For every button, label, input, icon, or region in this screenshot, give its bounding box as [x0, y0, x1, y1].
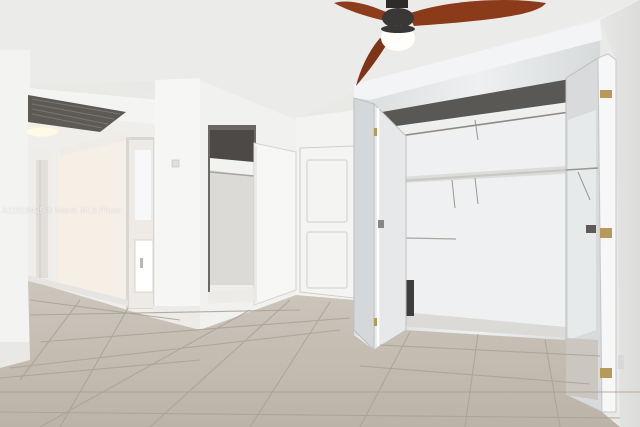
wall-pillar	[155, 78, 200, 330]
closet-door[interactable]	[253, 142, 297, 306]
listing-watermark: A11619429 © Miami MLS Photo	[2, 206, 122, 215]
room-photo: A11619429 © Miami MLS Photo	[0, 0, 640, 427]
